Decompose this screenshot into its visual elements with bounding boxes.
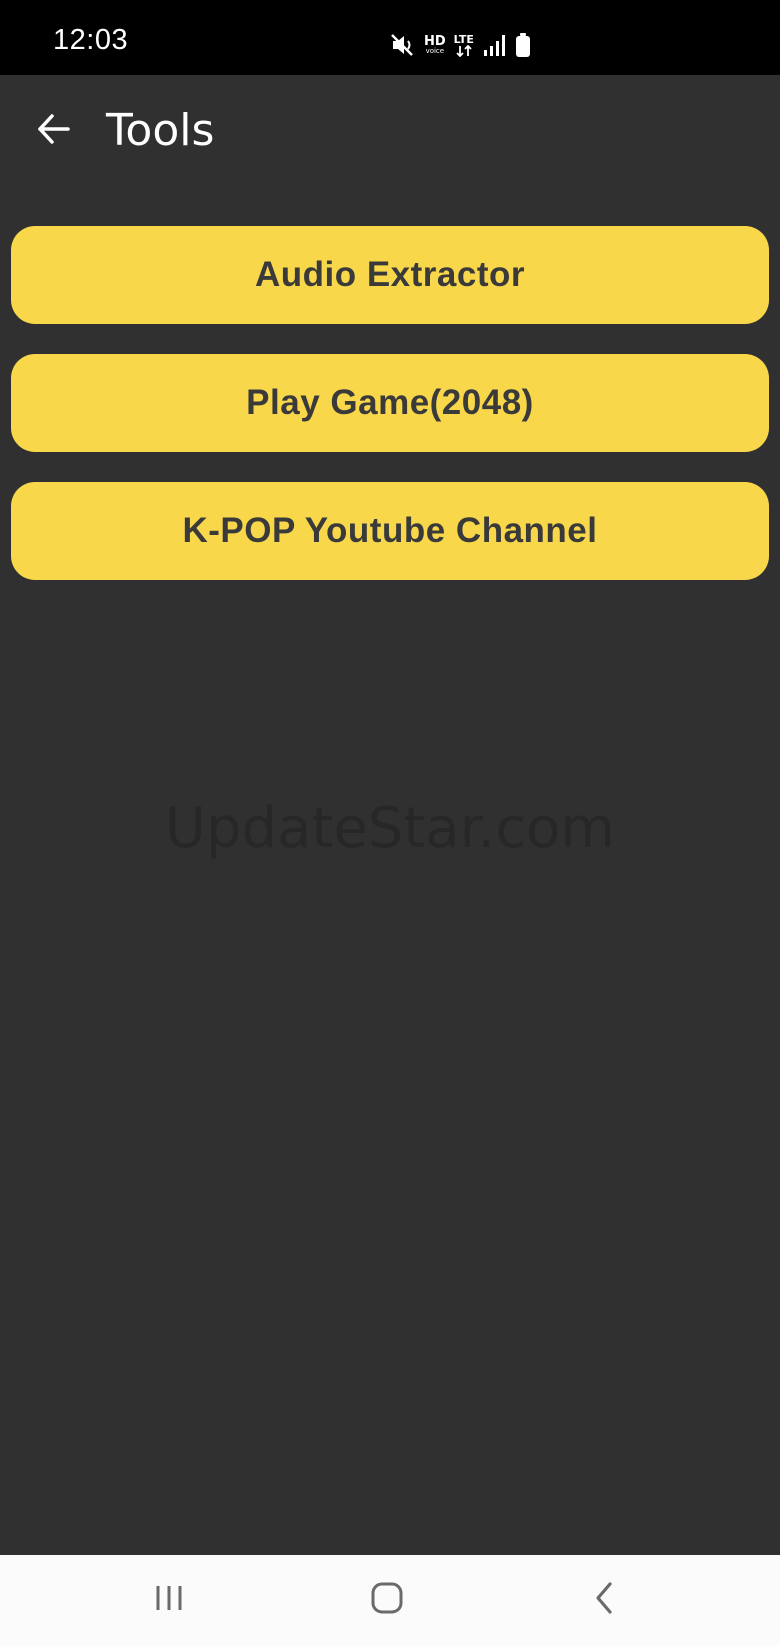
home-button[interactable] [357, 1575, 417, 1625]
arrow-left-icon [36, 111, 72, 152]
signal-icon [482, 33, 506, 57]
audio-extractor-button[interactable]: Audio Extractor [11, 226, 769, 324]
mute-icon [390, 32, 416, 58]
watermark: UpdateStar.com [165, 796, 615, 861]
app-bar: Tools [0, 75, 780, 187]
play-game-button[interactable]: Play Game(2048) [11, 354, 769, 452]
recent-apps-button[interactable] [139, 1575, 199, 1625]
kpop-youtube-channel-button[interactable]: K-POP Youtube Channel [11, 482, 769, 580]
hd-voice-icon: HD voice [424, 35, 446, 55]
back-button[interactable] [28, 105, 80, 157]
page-title: Tools [106, 105, 215, 156]
status-icons: HD voice LTE [390, 30, 532, 60]
status-bar: 12:03 HD voice LTE [0, 0, 780, 75]
tool-list: Audio Extractor Play Game(2048) K-POP Yo… [11, 226, 769, 610]
back-icon [590, 1581, 620, 1620]
recent-apps-icon [152, 1583, 186, 1618]
navigation-bar [0, 1555, 780, 1646]
status-time: 12:03 [53, 24, 129, 56]
system-back-button[interactable] [575, 1575, 635, 1625]
home-icon [370, 1581, 404, 1620]
lte-label: LTE [453, 32, 474, 46]
battery-icon [514, 32, 532, 58]
lte-icon: LTE [454, 34, 474, 57]
voice-label: voice [425, 47, 445, 55]
